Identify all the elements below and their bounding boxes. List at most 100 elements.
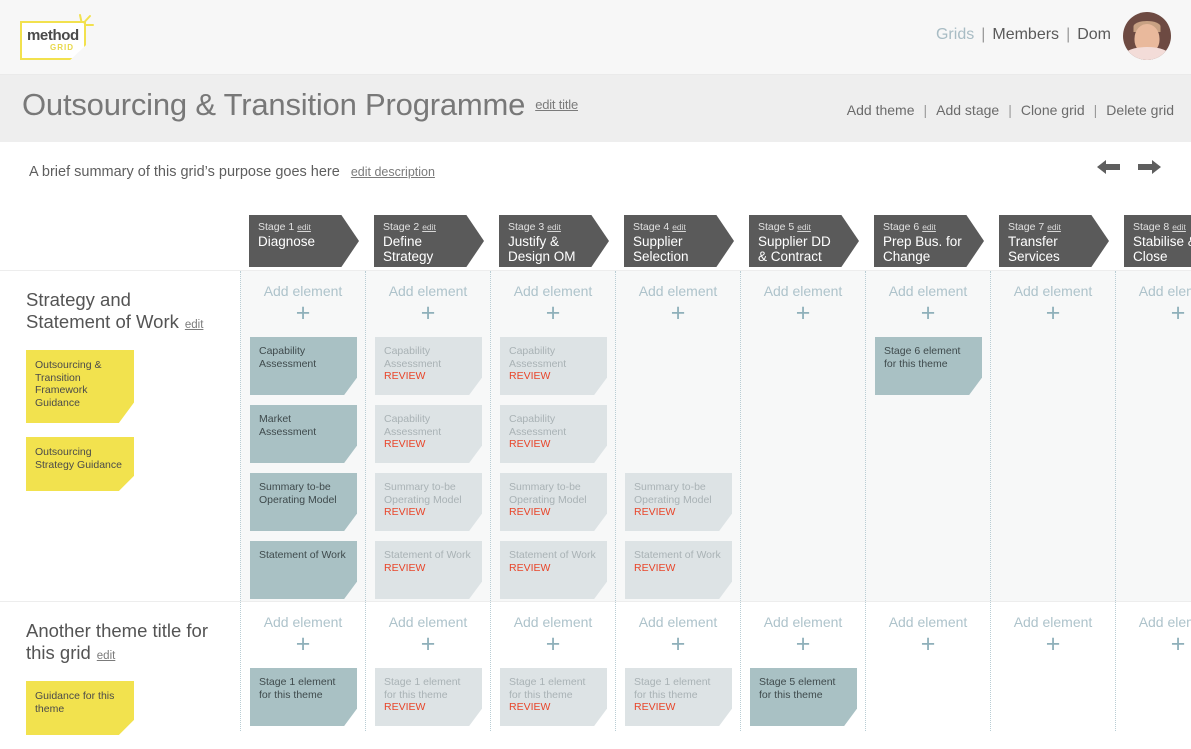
stage-edit-link[interactable]: edit	[1172, 222, 1186, 232]
element-card[interactable]: Stage 1 element for this theme	[250, 668, 357, 726]
element-card[interactable]: Stage 1 element for this theme REVIEW	[500, 668, 607, 726]
add-element-button[interactable]: Add element+	[741, 271, 865, 327]
element-card[interactable]: Capability Assessment REVIEW	[375, 405, 482, 463]
theme-edit-link[interactable]: edit	[185, 319, 204, 331]
element-card[interactable]: Statement of Work	[250, 541, 357, 599]
add-element-label: Add element	[388, 283, 468, 299]
add-stage-button[interactable]: Add stage	[936, 102, 999, 118]
stage-header-2[interactable]: Stage 2 edit Define Strategy	[374, 215, 484, 267]
element-card-title: Stage 1 element for this theme	[509, 676, 586, 701]
clone-grid-button[interactable]: Clone grid	[1021, 102, 1085, 118]
stage-edit-link[interactable]: edit	[797, 222, 811, 232]
element-card-placeholder	[625, 337, 732, 395]
theme-stage-cell-8: Add element+	[1115, 271, 1191, 601]
stage-edit-link[interactable]: edit	[1047, 222, 1061, 232]
nav-item-grids[interactable]: Grids	[936, 26, 974, 43]
theme-info-panel: Strategy and Statement of Work edit Outsou…	[0, 271, 240, 601]
add-element-button[interactable]: Add element+	[991, 602, 1115, 657]
stage-edit-link[interactable]: edit	[297, 222, 311, 232]
stage-header-5[interactable]: Stage 5 edit Supplier DD & Contract	[749, 215, 859, 267]
element-card[interactable]: Stage 1 element for this theme REVIEW	[375, 668, 482, 726]
theme-stage-cell-1: Add element + Capability Assessment Market …	[240, 271, 365, 601]
add-element-button[interactable]: Add element+	[616, 271, 740, 326]
status-badge: REVIEW	[509, 370, 551, 382]
add-theme-button[interactable]: Add theme	[847, 102, 915, 118]
stage-header-7[interactable]: Stage 7 edit Transfer Services	[999, 215, 1109, 267]
element-card[interactable]: Capability Assessment	[250, 337, 357, 395]
element-card[interactable]: Statement of Work REVIEW	[500, 541, 607, 599]
theme-guidance-note[interactable]: Outsourcing & Transition Framework Guida…	[26, 350, 134, 423]
grid-description: A brief summary of this grid’s purpose g…	[29, 164, 435, 180]
element-card[interactable]: Summary to-be Operating Model REVIEW	[625, 473, 732, 531]
element-card[interactable]: Summary to-be Operating Model REVIEW	[375, 473, 482, 531]
add-element-button[interactable]: Add element+	[241, 602, 365, 657]
action-separator-3: |	[1093, 102, 1098, 118]
stage-number-label: Stage 5 edit	[758, 221, 850, 233]
add-element-label: Add element	[1013, 283, 1093, 299]
method-grid-logo[interactable]: method GRID	[20, 13, 94, 60]
element-card[interactable]: Statement of Work REVIEW	[375, 541, 482, 599]
add-element-button[interactable]: Add element+	[991, 271, 1115, 326]
nav-item-user[interactable]: Dom	[1077, 26, 1111, 43]
add-element-button[interactable]: Add element+	[491, 602, 615, 657]
element-card[interactable]: Capability Assessment REVIEW	[375, 337, 482, 395]
element-card[interactable]: Stage 5 element for this theme	[750, 668, 857, 726]
element-list: Capability Assessment REVIEW Capability As…	[366, 337, 490, 599]
add-element-label: Add element	[263, 614, 343, 630]
stage-number-label: Stage 6 edit	[883, 221, 975, 233]
element-card[interactable]: Capability Assessment REVIEW	[500, 405, 607, 463]
add-element-button[interactable]: Add element+	[241, 271, 365, 326]
arrow-right-icon[interactable]	[1135, 156, 1163, 178]
status-badge: REVIEW	[634, 701, 676, 713]
add-element-button[interactable]: Add element+	[741, 602, 865, 657]
element-card-title: Statement of Work	[384, 549, 471, 561]
element-card[interactable]: Market Assessment	[250, 405, 357, 463]
plus-icon: +	[920, 299, 936, 327]
add-element-button[interactable]: Add element+	[866, 271, 990, 327]
stage-number-text: Stage 7	[1008, 221, 1045, 233]
add-element-button[interactable]: Add element+	[616, 602, 740, 658]
edit-title-link[interactable]: edit title	[535, 97, 578, 112]
theme-edit-link[interactable]: edit	[97, 650, 116, 662]
plus-icon: +	[670, 630, 686, 658]
stage-edit-link[interactable]: edit	[547, 222, 561, 232]
stage-header-1[interactable]: Stage 1 edit Diagnose	[249, 215, 359, 267]
add-element-button[interactable]: Add element+	[1116, 271, 1191, 326]
status-badge: REVIEW	[634, 506, 676, 518]
status-badge: REVIEW	[384, 506, 426, 518]
avatar[interactable]	[1123, 12, 1171, 60]
stage-edit-link[interactable]: edit	[422, 222, 436, 232]
delete-grid-button[interactable]: Delete grid	[1106, 102, 1174, 118]
add-element-button[interactable]: Add element+	[366, 271, 490, 326]
element-card[interactable]: Summary to-be Operating Model REVIEW	[500, 473, 607, 531]
stage-edit-link[interactable]: edit	[672, 222, 686, 232]
element-card-title: Summary to-be Operating Model	[259, 481, 337, 506]
grid-description-text: A brief summary of this grid’s purpose g…	[29, 164, 340, 180]
element-card[interactable]: Statement of Work REVIEW	[625, 541, 732, 599]
status-badge: REVIEW	[384, 561, 426, 574]
stage-edit-link[interactable]: edit	[922, 222, 936, 232]
edit-description-link[interactable]: edit description	[351, 165, 435, 179]
stage-header-4[interactable]: Stage 4 edit Supplier Selection	[624, 215, 734, 267]
stage-name-label: Prep Bus. for Change	[883, 234, 962, 264]
add-element-button[interactable]: Add element+	[866, 602, 990, 657]
stage-number-label: Stage 8 edit	[1133, 221, 1191, 233]
add-element-button[interactable]: Add element+	[1116, 602, 1191, 657]
theme-guidance-note[interactable]: Outsourcing Strategy Guidance	[26, 437, 134, 491]
stage-header-3[interactable]: Stage 3 edit Justify & Design OM	[499, 215, 609, 267]
add-element-button[interactable]: Add element+	[491, 271, 615, 326]
element-card[interactable]: Stage 1 element for this theme REVIEW	[625, 668, 732, 726]
stage-header-8[interactable]: Stage 8editStabilise & Close	[1124, 215, 1191, 267]
element-card-title: Summary to-be Operating Model	[384, 481, 462, 506]
status-badge: REVIEW	[384, 701, 426, 713]
element-card[interactable]: Stage 6 element for this theme	[875, 337, 982, 395]
plus-icon: +	[795, 299, 811, 327]
nav-item-members[interactable]: Members	[992, 26, 1059, 43]
element-card[interactable]: Summary to-be Operating Model	[250, 473, 357, 531]
theme-guidance-note[interactable]: Guidance for this theme	[26, 681, 134, 735]
element-card-title: Capability Assessment	[259, 345, 317, 370]
add-element-button[interactable]: Add element+	[366, 602, 490, 657]
stage-header-6[interactable]: Stage 6 edit Prep Bus. for Change	[874, 215, 984, 267]
element-card[interactable]: Capability Assessment REVIEW	[500, 337, 607, 395]
arrow-left-icon[interactable]	[1095, 156, 1123, 178]
